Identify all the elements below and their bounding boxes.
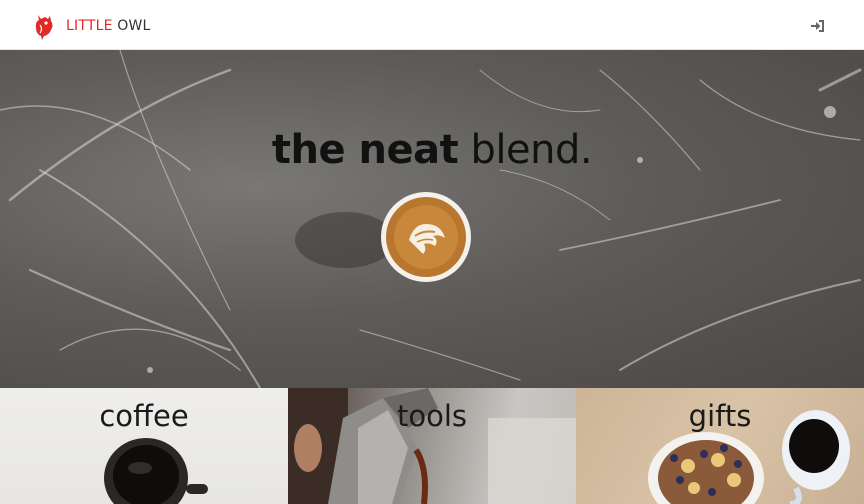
tagline-bold: the neat (271, 127, 459, 173)
category-tile-coffee[interactable]: coffee (0, 388, 288, 504)
category-label: coffee (99, 399, 189, 433)
top-nav-bar: LITTLE OWL (0, 0, 864, 50)
sign-in-icon[interactable] (810, 18, 826, 34)
category-label: tools (396, 399, 468, 433)
category-tiles: coffee tools gifts (0, 388, 864, 504)
owl-logo-icon (35, 15, 53, 40)
brand-name-part2: OWL (117, 18, 151, 34)
category-tile-tools[interactable]: tools (288, 388, 576, 504)
category-tile-gifts[interactable]: gifts (576, 388, 864, 504)
hero-banner: the neat blend. (0, 50, 864, 388)
category-label: gifts (688, 399, 752, 433)
hero-tagline: the neat blend. (0, 124, 864, 176)
tagline-light: blend. (470, 127, 593, 173)
brand-name: LITTLE OWL (66, 11, 151, 41)
brand-home-link[interactable]: LITTLE OWL (32, 11, 151, 41)
brand-name-part1: LITTLE (66, 18, 113, 34)
latte-cup-image (381, 192, 471, 282)
